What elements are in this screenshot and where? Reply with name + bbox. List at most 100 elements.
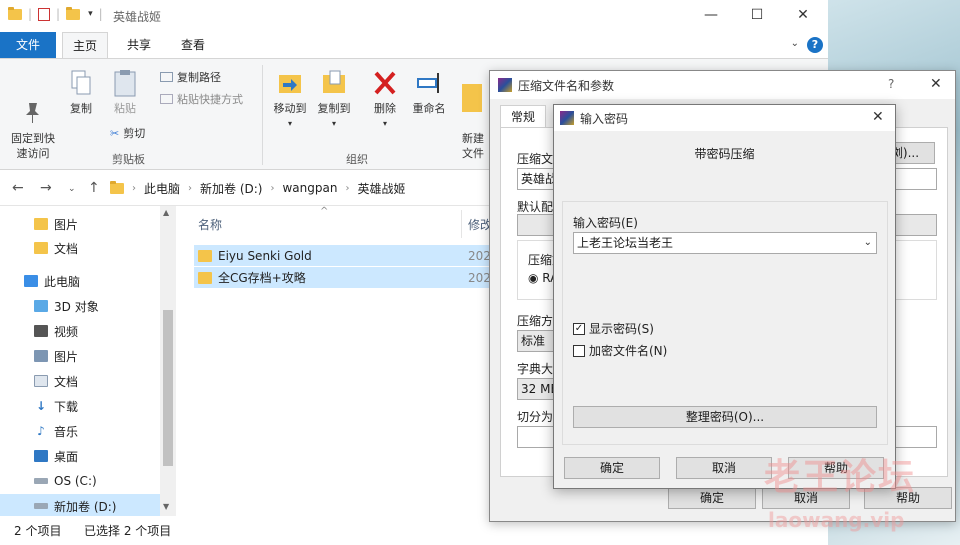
title-bar: | | ▾ | 英雄战姬 — ☐ ✕ — [0, 0, 828, 32]
nav-item-drive-d[interactable]: 新加卷 (D:) — [0, 494, 160, 518]
pin-to-quick-access-button[interactable]: 固定到快 速访问 — [6, 69, 60, 161]
drive-icon — [34, 478, 48, 484]
nav-item-desktop[interactable]: 桌面 — [0, 444, 160, 468]
help-icon[interactable]: ? — [807, 37, 823, 53]
watermark-url: laowang.vip — [768, 508, 905, 532]
minimize-button[interactable]: — — [694, 4, 728, 26]
cube-icon — [34, 300, 48, 312]
chevron-down-icon[interactable]: ⌄ — [791, 38, 799, 49]
file-name: Eiyu Senki Gold — [218, 248, 312, 263]
copy-path-button[interactable]: 复制路径 — [160, 69, 221, 85]
paste-shortcut-button[interactable]: 粘贴快捷方式 — [160, 91, 243, 107]
clipboard-icon — [112, 69, 138, 97]
paste-button[interactable]: 粘贴 — [108, 69, 142, 116]
breadcrumb-item[interactable]: 新加卷 (D:) — [200, 180, 262, 197]
file-date: 202 — [468, 248, 491, 263]
show-password-checkbox[interactable]: ✓ 显示密码(S) — [573, 320, 654, 337]
shortcut-icon — [160, 94, 173, 104]
password-input[interactable]: 上老王论坛当老王 ⌄ — [573, 232, 877, 254]
scroll-down-icon[interactable]: ▼ — [163, 502, 169, 511]
tab-view[interactable]: 查看 — [170, 32, 216, 58]
move-folder-icon — [277, 69, 303, 97]
window-title: 英雄战姬 — [113, 10, 162, 24]
cut-button[interactable]: ✂ 剪切 — [110, 125, 145, 141]
copy-button[interactable]: 复制 — [66, 69, 96, 116]
drive-icon — [34, 503, 48, 509]
picture-icon — [34, 350, 48, 362]
nav-item-documents-quick[interactable]: 文档 — [0, 236, 160, 260]
nav-item-drive-c[interactable]: OS (C:) — [0, 469, 160, 493]
dialog-title-bar: 压缩文件名和参数 ? ✕ — [490, 71, 955, 99]
default-profile-label: 默认配 — [517, 200, 554, 214]
scroll-up-icon[interactable]: ▲ — [163, 208, 169, 217]
back-arrow-icon[interactable]: ← — [12, 180, 24, 196]
move-to-button[interactable]: 移动到 ▾ — [270, 69, 310, 131]
properties-icon[interactable] — [38, 7, 51, 21]
password-group: 输入密码(E) 上老王论坛当老王 ⌄ ✓ 显示密码(S) 加密文件名(N) 整理… — [562, 201, 888, 445]
password-dialog: 输入密码 ✕ 带密码压缩 输入密码(E) 上老王论坛当老王 ⌄ ✓ 显示密码(S… — [553, 104, 896, 489]
password-label: 输入密码(E) — [573, 216, 638, 230]
close-button[interactable]: ✕ — [872, 109, 884, 125]
computer-icon — [24, 275, 38, 287]
music-icon: ♪ — [37, 424, 45, 438]
tab-general[interactable]: 常规 — [500, 105, 546, 127]
winrar-icon — [498, 78, 512, 92]
close-button[interactable]: ✕ — [786, 4, 820, 26]
nav-item-downloads[interactable]: ↓ 下载 — [0, 394, 160, 418]
maximize-button[interactable]: ☐ — [740, 4, 774, 26]
quick-access-toolbar: | | ▾ | — [8, 6, 103, 21]
folder-icon — [34, 242, 48, 254]
tab-home[interactable]: 主页 — [62, 32, 108, 58]
rename-button[interactable]: 重命名 — [408, 69, 450, 116]
up-arrow-icon[interactable]: ↑ — [88, 180, 100, 196]
item-count: 2 个项目 — [14, 524, 62, 538]
path-icon — [160, 72, 173, 82]
navigation-pane: 图片 文档 此电脑 3D 对象 视频 图片 文档 ↓ 下载 ♪ 音乐 桌面 OS… — [0, 206, 176, 518]
nav-item-this-pc[interactable]: 此电脑 — [0, 269, 160, 293]
dialog-heading: 带密码压缩 — [694, 147, 755, 161]
column-header-name[interactable]: 名称 — [198, 216, 222, 233]
nav-item-3d-objects[interactable]: 3D 对象 — [0, 294, 160, 318]
desktop-icon — [34, 450, 48, 462]
nav-item-pictures[interactable]: 图片 — [0, 344, 160, 368]
breadcrumb-item[interactable]: wangpan — [282, 181, 337, 195]
sort-up-icon: ^ — [320, 206, 329, 217]
breadcrumb-item[interactable]: 英雄战姬 — [357, 180, 405, 197]
clipboard-group-label: 剪贴板 — [112, 153, 145, 166]
nav-item-videos[interactable]: 视频 — [0, 319, 160, 343]
breadcrumb-item[interactable]: 此电脑 — [144, 180, 180, 197]
nav-pane-scrollbar[interactable]: ▲ ▼ — [160, 206, 176, 516]
help-icon[interactable]: ? — [888, 77, 894, 91]
dialog-title-bar: 输入密码 ✕ — [554, 105, 895, 131]
organize-passwords-button[interactable]: 整理密码(O)... — [573, 406, 877, 428]
folder-icon — [8, 6, 22, 20]
archive-name-label: 压缩文 — [517, 152, 554, 166]
scroll-thumb[interactable] — [163, 310, 173, 466]
forward-arrow-icon[interactable]: → — [40, 180, 52, 196]
encrypt-filenames-checkbox[interactable]: 加密文件名(N) — [573, 342, 667, 359]
new-folder-button[interactable]: 新建 文件 — [462, 69, 488, 161]
ok-button[interactable]: 确定 — [668, 487, 756, 509]
chevron-down-icon[interactable]: ⌄ — [864, 233, 872, 253]
file-row[interactable]: 全CG存档+攻略 202 — [194, 267, 494, 288]
method-label: 压缩方 — [517, 314, 554, 328]
close-button[interactable]: ✕ — [930, 76, 942, 92]
tab-share[interactable]: 共享 — [116, 32, 162, 58]
download-icon: ↓ — [35, 399, 47, 413]
delete-button[interactable]: 删除 ▾ — [370, 69, 400, 131]
tab-file[interactable]: 文件 — [0, 32, 56, 58]
split-label: 切分为 — [517, 410, 554, 424]
new-folder-icon[interactable] — [66, 6, 81, 20]
video-icon — [34, 325, 48, 337]
nav-item-pictures-quick[interactable]: 图片 — [0, 212, 160, 236]
copy-to-button[interactable]: 复制到 ▾ — [314, 69, 354, 131]
file-row[interactable]: Eiyu Senki Gold 202 — [194, 245, 494, 266]
recent-locations-icon[interactable]: ⌄ — [68, 184, 76, 194]
ok-button[interactable]: 确定 — [564, 457, 660, 479]
file-name: 全CG存档+攻略 — [218, 271, 306, 285]
cancel-button[interactable]: 取消 — [676, 457, 772, 479]
nav-item-music[interactable]: ♪ 音乐 — [0, 419, 160, 443]
nav-item-documents[interactable]: 文档 — [0, 369, 160, 393]
scissors-icon: ✂ — [110, 126, 120, 140]
customize-toolbar-icon[interactable]: ▾ — [88, 9, 93, 19]
